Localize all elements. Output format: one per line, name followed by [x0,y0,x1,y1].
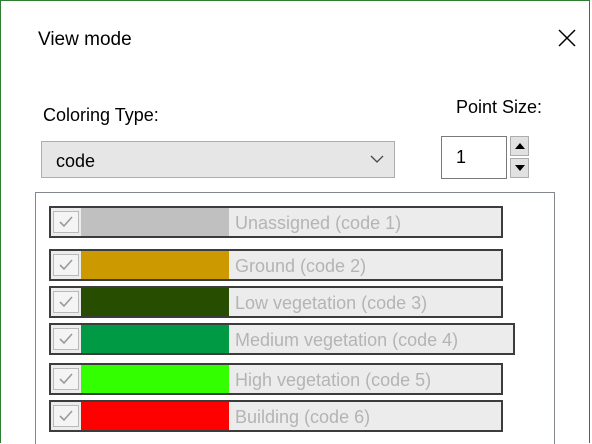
coloring-type-value: code [56,151,96,171]
checkmark-icon [59,259,73,271]
class-2-checkbox[interactable] [53,254,79,276]
spin-down-button[interactable] [510,158,529,178]
class-5-checkbox[interactable] [53,368,79,390]
class-6-color-swatch [81,402,229,430]
class-1-label: Unassigned (code 1) [235,213,402,233]
class-4-color-swatch [81,325,229,353]
class-3-label: Low vegetation (code 3) [235,293,428,313]
checkmark-icon [59,410,73,422]
title-bar: View mode [1,1,589,81]
point-size-input[interactable]: 1 [441,136,507,179]
class-6-checkbox[interactable] [53,405,79,427]
class-4-checkbox[interactable] [53,328,79,350]
point-size-value: 1 [456,147,467,167]
checkmark-icon [59,373,73,385]
list-item-class-3[interactable]: Low vegetation (code 3) [49,286,503,318]
class-2-label: Ground (code 2) [235,256,367,276]
list-item-class-4[interactable]: Medium vegetation (code 4) [49,323,515,355]
class-1-color-swatch [81,208,229,236]
class-5-color-swatch [81,365,229,393]
class-3-checkbox[interactable] [53,291,79,313]
spin-up-button[interactable] [510,136,529,156]
checkmark-icon [59,216,73,228]
close-icon [558,29,576,47]
list-item-class-2[interactable]: Ground (code 2) [49,249,503,281]
chevron-down-icon [370,155,384,163]
point-size-label: Point Size: [456,97,543,117]
checkmark-icon [59,296,73,308]
triangle-up-icon [515,143,525,149]
list-item-class-1[interactable]: Unassigned (code 1) [49,206,503,238]
class-list[interactable]: Unassigned (code 1) Ground (code 2) Low … [35,192,555,444]
close-button[interactable] [545,19,589,59]
class-3-color-swatch [81,288,229,316]
class-5-label: High vegetation (code 5) [235,370,432,390]
checkmark-icon [59,333,73,345]
coloring-type-label: Coloring Type: [43,105,159,125]
dialog-title: View mode [38,29,132,50]
class-2-color-swatch [81,251,229,279]
view-mode-dialog: View mode Coloring Type: Point Size: cod… [0,0,590,444]
point-size-spinner [510,136,530,179]
class-6-label: Building (code 6) [235,407,371,427]
class-4-label: Medium vegetation (code 4) [235,330,459,350]
class-1-checkbox[interactable] [53,211,79,233]
triangle-down-icon [515,165,525,171]
list-item-class-6[interactable]: Building (code 6) [49,400,503,432]
coloring-type-select[interactable]: code [41,141,395,178]
list-item-class-5[interactable]: High vegetation (code 5) [49,363,503,395]
